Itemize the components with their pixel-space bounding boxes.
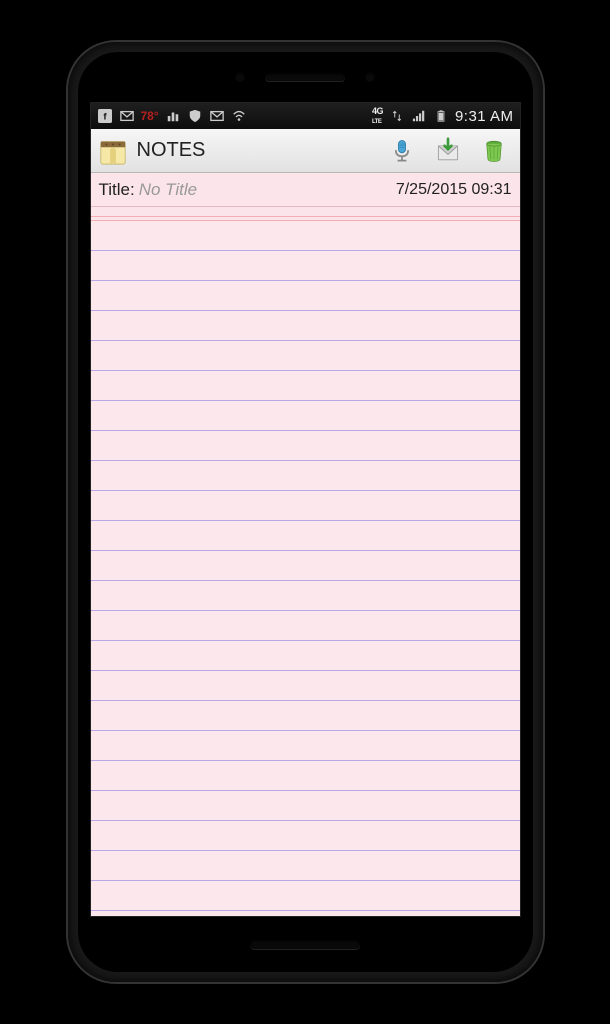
chart-icon — [165, 108, 181, 124]
clock: 9:31 AM — [455, 108, 514, 125]
battery-icon — [433, 108, 449, 124]
data-arrows-icon — [389, 108, 405, 124]
header-rule — [91, 207, 520, 217]
shield-icon — [187, 108, 203, 124]
save-button[interactable] — [428, 131, 468, 171]
title-label: Title: — [99, 180, 135, 200]
note-body[interactable] — [91, 221, 520, 916]
screen: f 78° — [90, 102, 521, 917]
title-input[interactable] — [139, 180, 396, 200]
facebook-icon: f — [97, 108, 113, 124]
phone-inner: f 78° — [78, 52, 533, 972]
signal-icon — [411, 108, 427, 124]
phone-frame: f 78° — [68, 42, 543, 982]
mail-icon — [119, 108, 135, 124]
network-type-indicator: 4GLTE — [372, 107, 383, 125]
app-bar: NOTES — [91, 129, 520, 173]
status-bar: f 78° — [91, 103, 520, 129]
temperature-indicator: 78° — [141, 109, 159, 123]
delete-button[interactable] — [474, 131, 514, 171]
note-timestamp: 7/25/2015 09:31 — [396, 181, 512, 199]
phone-speaker-area — [78, 52, 533, 102]
title-row: Title: 7/25/2015 09:31 — [91, 173, 520, 207]
mail-icon-2 — [209, 108, 225, 124]
app-title: NOTES — [137, 139, 376, 162]
phone-chin — [78, 917, 533, 972]
app-logo-icon — [97, 135, 129, 167]
wifi-icon — [231, 108, 247, 124]
voice-record-button[interactable] — [382, 131, 422, 171]
